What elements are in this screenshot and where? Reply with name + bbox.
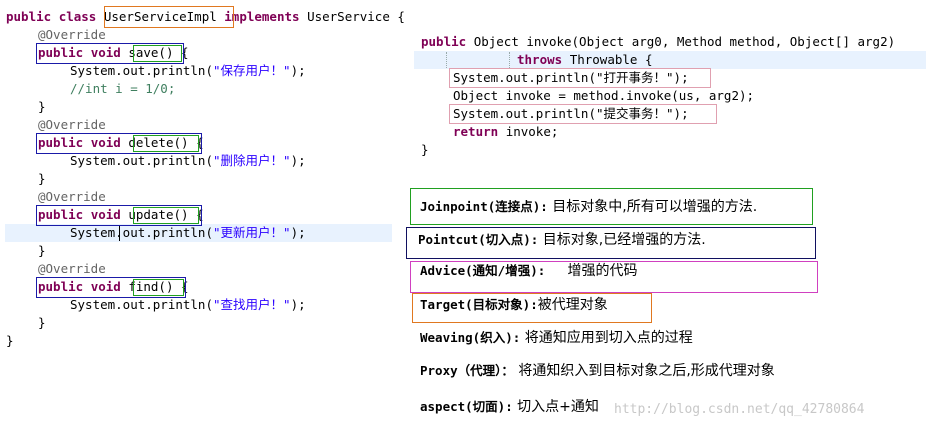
term: Proxy（代理）： bbox=[420, 363, 514, 378]
kw-class: class bbox=[58, 9, 97, 24]
text-cursor bbox=[119, 226, 120, 241]
println-call: System.out.println( bbox=[70, 153, 213, 168]
description: 被代理对象 bbox=[537, 297, 608, 313]
description: 目标对象中,所有可以增强的方法. bbox=[547, 199, 758, 215]
method-invoke-line: Object invoke = method.invoke(us, arg2); bbox=[453, 88, 755, 103]
term: aspect(切面): bbox=[420, 399, 513, 414]
call-suffix: ); bbox=[290, 63, 306, 78]
save-body-comment: //int i = 1/0; bbox=[70, 81, 176, 96]
invoke-signature: public Object invoke(Object arg0, Method… bbox=[421, 33, 895, 51]
delete-green-box bbox=[133, 135, 199, 152]
method-close-brace: } bbox=[38, 315, 46, 330]
call-suffix: ); bbox=[290, 153, 306, 168]
definition-advice: Advice(通知/增强): 增强的代码 bbox=[420, 262, 638, 280]
term: Target(目标对象): bbox=[420, 297, 538, 312]
kw-return: return bbox=[453, 124, 499, 139]
brace: { bbox=[397, 9, 405, 24]
invoke-close-brace: } bbox=[421, 142, 429, 157]
watermark: http://blog.csdn.net/qq_42780864 bbox=[614, 402, 865, 417]
throws-dotted-guides bbox=[446, 52, 510, 68]
throws-clause: throws Throwable { bbox=[517, 51, 652, 69]
throws-text: Throwable { bbox=[569, 52, 653, 67]
description: 切入点+通知 bbox=[512, 399, 599, 415]
begin-transaction-pink-box bbox=[449, 68, 711, 88]
definition-target: Target(目标对象):被代理对象 bbox=[420, 296, 608, 314]
description: 增强的代码 bbox=[545, 263, 638, 279]
string-literal: "保存用户！" bbox=[213, 63, 291, 78]
class-name-orange-box bbox=[104, 6, 234, 28]
definition-proxy: Proxy（代理）： 将通知织入到目标对象之后,形成代理对象 bbox=[420, 362, 775, 380]
method-close-brace: } bbox=[38, 243, 46, 258]
delete-body-println: System.out.println("删除用户！"); bbox=[70, 152, 306, 170]
definition-weaving: Weaving(织入): 将通知应用到切入点的过程 bbox=[420, 329, 693, 347]
call-suffix: ); bbox=[290, 225, 306, 240]
find-body-println: System.out.println("查找用户！"); bbox=[70, 296, 306, 314]
update-green-box bbox=[133, 207, 199, 224]
annotation: @Override bbox=[38, 189, 106, 204]
println-call: System.out.println( bbox=[70, 63, 213, 78]
kw-throws: throws bbox=[517, 52, 563, 67]
string-literal: "查找用户！" bbox=[213, 297, 291, 312]
commit-transaction-pink-box bbox=[449, 104, 717, 124]
annotation: @Override bbox=[38, 117, 106, 132]
definition-joinpoint: Joinpoint(连接点): 目标对象中,所有可以增强的方法. bbox=[420, 198, 757, 216]
annotation: @Override bbox=[38, 261, 106, 276]
description: 目标对象,已经增强的方法. bbox=[538, 232, 706, 248]
save-green-box bbox=[133, 45, 182, 62]
term: Weaving(织入): bbox=[420, 330, 521, 345]
description: 将通知织入到目标对象之后,形成代理对象 bbox=[513, 363, 775, 379]
string-literal: "删除用户！" bbox=[213, 153, 291, 168]
println-call: System.out.println( bbox=[70, 225, 213, 240]
string-literal: "更新用户！" bbox=[213, 225, 291, 240]
call-suffix: ); bbox=[290, 297, 306, 312]
term: Advice(通知/增强): bbox=[420, 263, 546, 278]
kw-implements: implements bbox=[224, 9, 300, 24]
description: 将通知应用到切入点的过程 bbox=[520, 330, 693, 346]
method-close-brace: } bbox=[38, 171, 46, 186]
return-value: invoke; bbox=[505, 124, 559, 139]
return-line: return invoke; bbox=[453, 123, 558, 141]
save-body-println: System.out.println("保存用户！"); bbox=[70, 62, 306, 80]
find-green-box bbox=[133, 279, 184, 296]
definition-pointcut: Pointcut(切入点): 目标对象,已经增强的方法. bbox=[418, 231, 706, 249]
term: Joinpoint(连接点): bbox=[420, 199, 548, 214]
interface-name: UserService bbox=[307, 9, 390, 24]
update-body-println: System.out.println("更新用户！"); bbox=[70, 224, 306, 242]
kw-public: public bbox=[6, 9, 52, 24]
println-call: System.out.println( bbox=[70, 297, 213, 312]
kw-public: public bbox=[421, 34, 467, 49]
method-close-brace: } bbox=[38, 99, 46, 114]
class-close-brace: } bbox=[6, 333, 14, 348]
definition-aspect: aspect(切面): 切入点+通知 bbox=[420, 398, 599, 416]
term: Pointcut(切入点): bbox=[418, 232, 539, 247]
signature-text: Object invoke(Object arg0, Method method… bbox=[473, 34, 896, 49]
annotation: @Override bbox=[38, 27, 106, 42]
